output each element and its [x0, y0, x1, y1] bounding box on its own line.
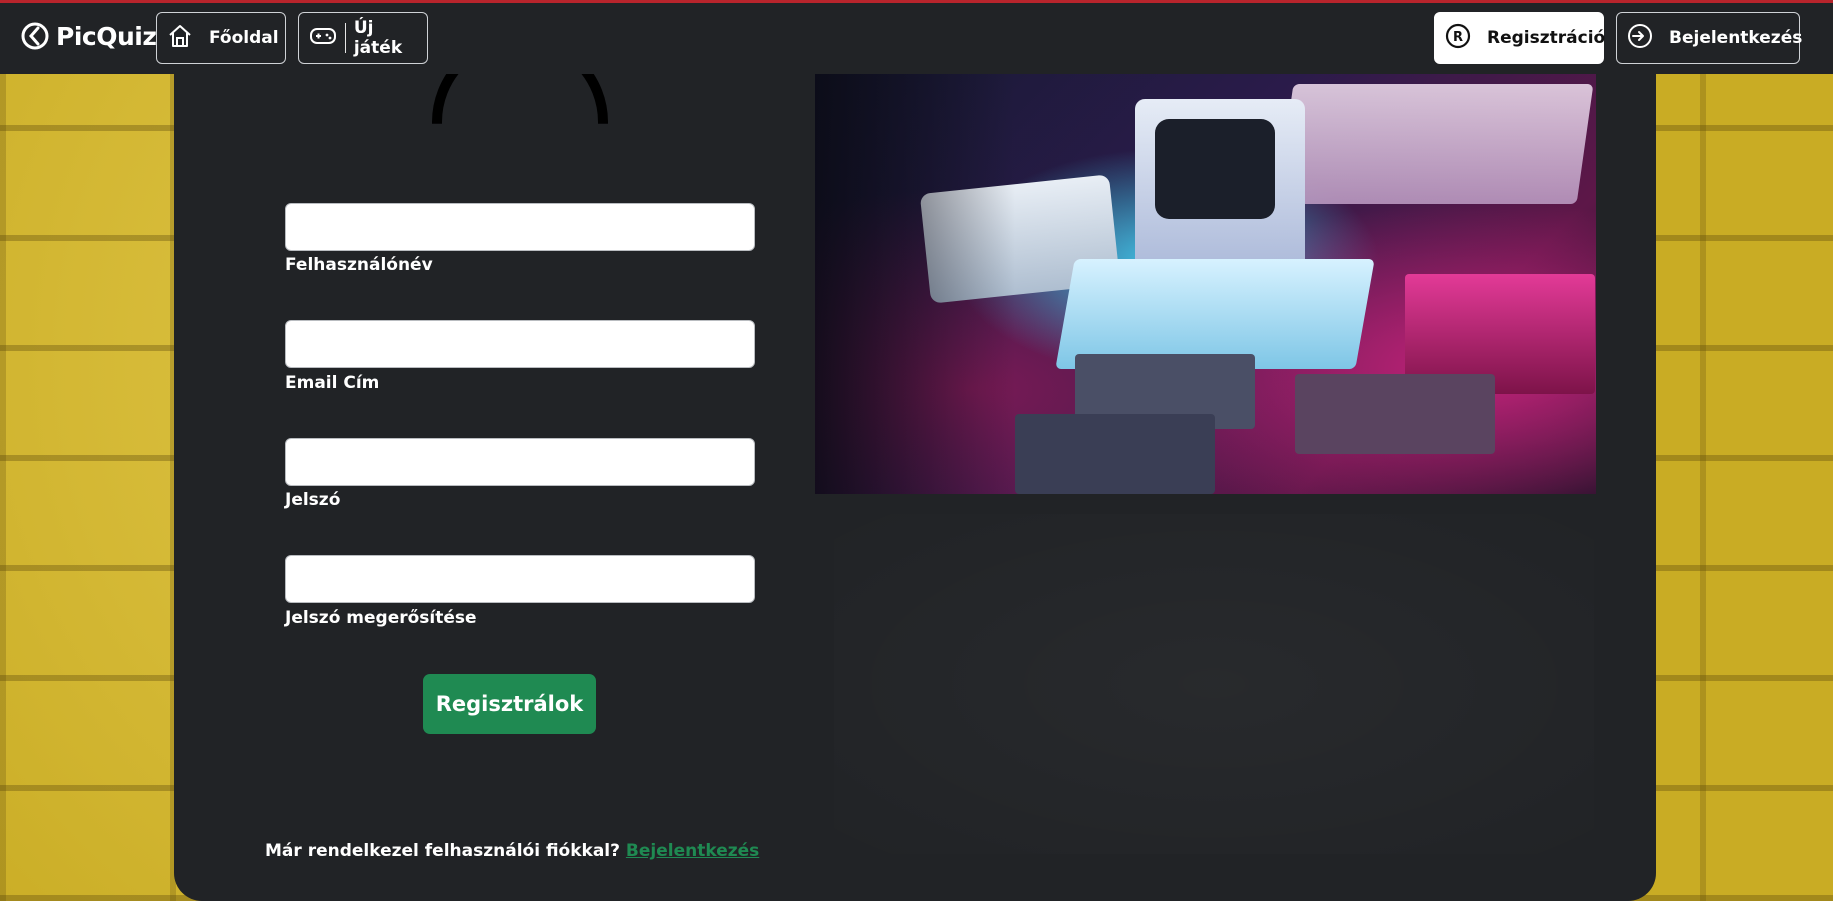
retro-computers-image	[815, 74, 1596, 494]
home-icon	[167, 23, 193, 54]
nav-new-game-label: Új játék	[353, 18, 403, 58]
navbar: PicQuiz Főoldal Új játék R Regisztráció …	[0, 3, 1833, 74]
image-cassette-shape	[1295, 374, 1495, 454]
nav-login-label: Bejelentkezés	[1669, 28, 1803, 48]
login-prompt: Már rendelkezel felhasználói fiókkal? Be…	[265, 841, 759, 861]
nav-register-label: Regisztráció	[1487, 28, 1606, 48]
login-prompt-question: Már rendelkezel felhasználói fiókkal?	[265, 841, 620, 861]
email-label: Email Cím	[285, 373, 380, 393]
gamepad-icon	[309, 23, 337, 54]
image-cassette-shape	[1015, 414, 1215, 494]
faint-background-illustration	[834, 514, 1594, 854]
brand-name: PicQuiz	[56, 21, 157, 51]
nav-home-button[interactable]: Főoldal	[156, 12, 286, 64]
picquiz-logo-icon	[20, 21, 50, 51]
password-label: Jelszó	[285, 490, 341, 510]
brand[interactable]: PicQuiz	[20, 21, 157, 51]
password-input[interactable]	[285, 438, 755, 486]
image-computer-shape	[1055, 259, 1375, 369]
login-link[interactable]: Bejelentkezés	[626, 841, 759, 861]
nav-login-button[interactable]: Bejelentkezés	[1616, 12, 1803, 64]
nav-separator	[345, 23, 346, 53]
login-icon	[1627, 23, 1653, 54]
password-confirm-label: Jelszó megerősítése	[285, 608, 477, 628]
email-input[interactable]	[285, 320, 755, 368]
image-screen-shape	[1155, 119, 1275, 219]
image-keyboard-shape	[1276, 84, 1594, 204]
username-label: Felhasználónév	[285, 255, 433, 275]
registration-panel: Felhasználónév Email Cím Jelszó Jelszó m…	[174, 74, 1656, 901]
image-shadow-overlay	[815, 74, 1015, 494]
nav-home-label: Főoldal	[209, 28, 279, 48]
password-confirm-input[interactable]	[285, 555, 755, 603]
avatar-arc	[432, 74, 608, 124]
nav-register-button[interactable]: R Regisztráció	[1434, 12, 1606, 64]
registered-icon: R	[1445, 23, 1471, 54]
svg-text:R: R	[1453, 30, 1463, 45]
register-submit-button[interactable]: Regisztrálok	[423, 674, 596, 734]
nav-new-game-button[interactable]: Új játék	[298, 12, 428, 64]
username-input[interactable]	[285, 203, 755, 251]
